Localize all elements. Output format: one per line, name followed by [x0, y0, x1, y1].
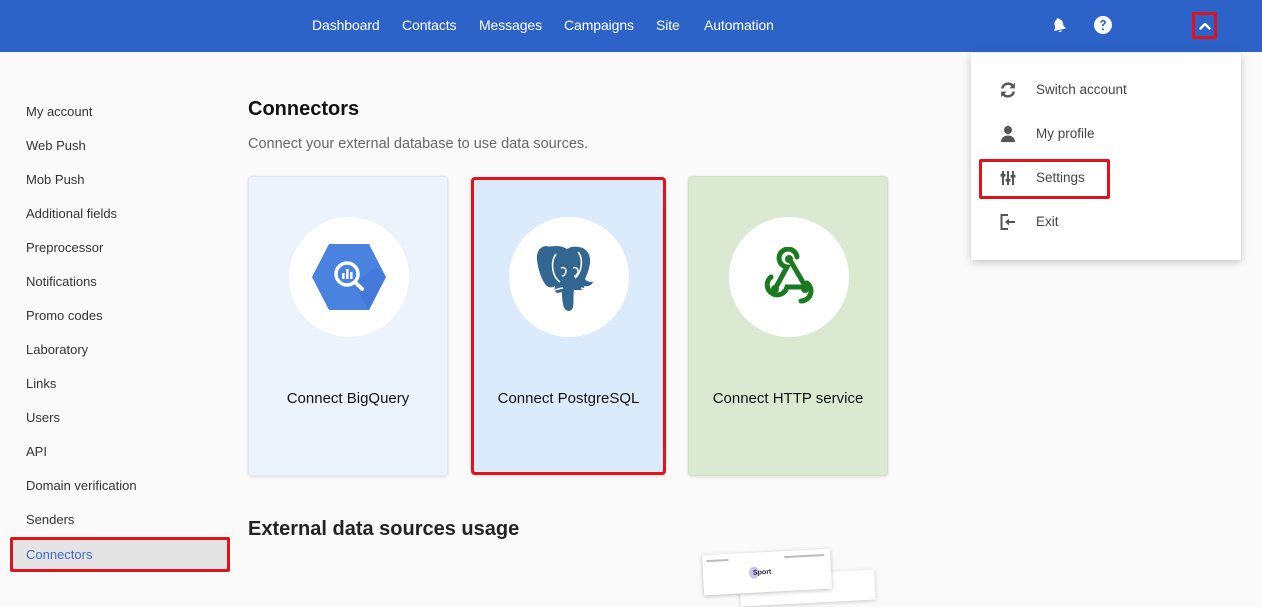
nav-site[interactable]: Site [656, 17, 680, 33]
connect-http-service-label: Connect HTTP service [712, 390, 864, 407]
preview-brand-text: Sport [752, 568, 772, 577]
sidebar-item-my-account[interactable]: My account [26, 104, 92, 119]
sidebar-item-preprocessor[interactable]: Preprocessor [26, 240, 103, 255]
sidebar-item-connectors-label: Connectors [26, 547, 93, 562]
external-data-sources-title: External data sources usage [248, 518, 520, 540]
sidebar-item-senders[interactable]: Senders [26, 512, 74, 527]
connect-postgresql-label: Connect PostgreSQL [497, 390, 640, 407]
sidebar-item-users[interactable]: Users [26, 410, 60, 425]
preview-text-line [706, 559, 729, 563]
connect-http-service-card[interactable]: Connect HTTP service [688, 176, 888, 476]
help-button[interactable] [1092, 14, 1114, 36]
postgresql-icon-circle [509, 217, 629, 337]
sidebar-item-connectors[interactable]: Connectors [10, 537, 230, 572]
menu-item-switch-account[interactable]: Switch account [971, 72, 1241, 108]
main-nav: Dashboard Contacts Messages Campaigns Si… [0, 0, 1262, 52]
connect-bigquery-label: Connect BigQuery [286, 390, 410, 407]
preview-text-line [784, 553, 825, 559]
user-icon [999, 125, 1017, 143]
nav-campaigns[interactable]: Campaigns [564, 17, 634, 33]
webhook-icon [764, 247, 814, 304]
sidebar-item-laboratory[interactable]: Laboratory [26, 342, 88, 357]
bell-icon [1054, 18, 1066, 32]
sidebar-item-notifications[interactable]: Notifications [26, 274, 97, 289]
sidebar-item-web-push[interactable]: Web Push [26, 138, 86, 153]
usage-preview-image: Sport [702, 548, 832, 596]
question-circle-icon [1094, 16, 1112, 34]
postgresql-elephant-icon [536, 246, 593, 311]
menu-item-my-profile[interactable]: My profile [971, 116, 1241, 152]
nav-messages[interactable]: Messages [479, 17, 542, 33]
notifications-button[interactable] [1048, 14, 1070, 36]
bigquery-icon-circle [289, 217, 409, 337]
chevron-up-icon [1198, 22, 1211, 30]
sidebar-item-links[interactable]: Links [26, 376, 56, 391]
sliders-icon [999, 169, 1017, 187]
connect-bigquery-card[interactable]: Connect BigQuery [248, 176, 448, 476]
menu-item-settings[interactable]: Settings [971, 160, 1241, 196]
menu-item-label: Switch account [1036, 82, 1127, 97]
webhook-icon-circle [729, 217, 849, 337]
sign-out-icon [999, 213, 1017, 231]
menu-item-label: My profile [1036, 126, 1095, 141]
nav-automation[interactable]: Automation [704, 17, 774, 33]
menu-item-label: Settings [1036, 170, 1085, 185]
sidebar-item-api[interactable]: API [26, 444, 47, 459]
menu-item-label: Exit [1036, 214, 1059, 229]
account-menu-toggle[interactable] [1192, 12, 1217, 39]
top-navigation-bar: Dashboard Contacts Messages Campaigns Si… [0, 0, 1262, 52]
sidebar-item-promo-codes[interactable]: Promo codes [26, 308, 103, 323]
sync-icon [999, 81, 1017, 99]
nav-dashboard[interactable]: Dashboard [312, 17, 380, 33]
menu-item-exit[interactable]: Exit [971, 204, 1241, 240]
page-subtitle: Connect your external database to use da… [248, 136, 589, 152]
sidebar-item-mob-push[interactable]: Mob Push [26, 172, 85, 187]
connect-postgresql-card[interactable]: Connect PostgreSQL [471, 177, 666, 475]
sidebar-item-domain-verification[interactable]: Domain verification [26, 478, 137, 493]
bigquery-icon [312, 244, 386, 310]
nav-contacts[interactable]: Contacts [402, 17, 457, 33]
page-title: Connectors [248, 98, 360, 120]
account-dropdown-menu: Switch account My profile Settings Exit [971, 53, 1241, 260]
sidebar-item-additional-fields[interactable]: Additional fields [26, 206, 117, 221]
